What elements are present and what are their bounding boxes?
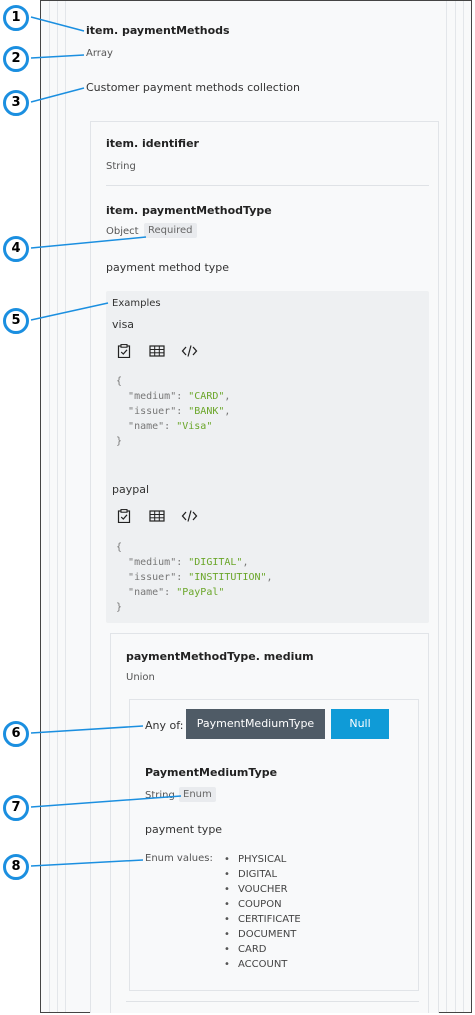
leader-line	[30, 54, 85, 59]
callout-marker: 7	[3, 795, 29, 821]
callout-marker: 3	[3, 90, 29, 116]
callout-marker: 4	[3, 236, 29, 262]
callout-marker: 6	[3, 721, 29, 747]
leader-line	[30, 859, 144, 867]
callout-marker: 2	[3, 46, 29, 72]
leader-line	[30, 795, 182, 808]
callout-marker: 1	[3, 5, 29, 31]
callout-leader-lines	[30, 16, 182, 867]
callout-marker: 5	[3, 308, 29, 334]
leader-line	[30, 236, 147, 249]
leader-line	[30, 87, 85, 103]
leader-line	[30, 302, 109, 321]
leader-line	[30, 16, 85, 32]
callout-marker: 8	[3, 854, 29, 880]
leader-line	[30, 725, 144, 734]
